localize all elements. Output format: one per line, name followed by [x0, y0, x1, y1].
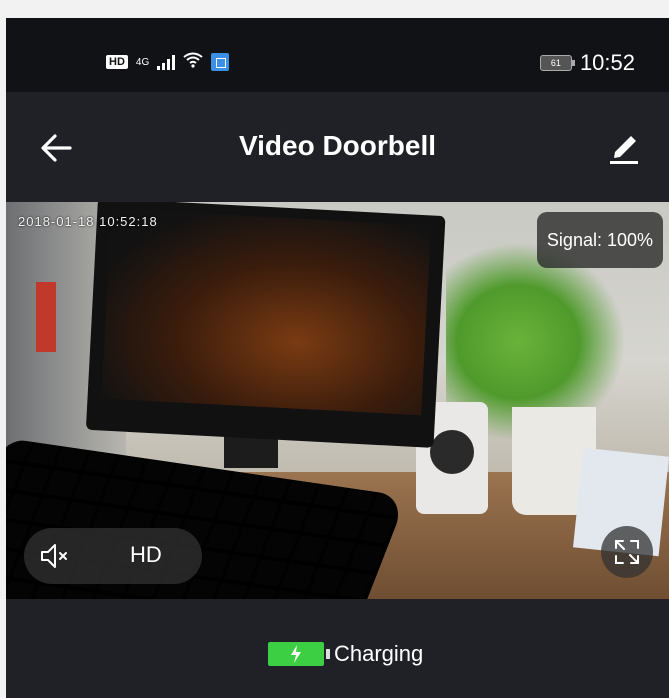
cellular-signal-icon — [157, 54, 176, 70]
app-notification-icon — [211, 53, 230, 71]
pencil-icon[interactable] — [607, 130, 641, 166]
speaker-muted-icon[interactable] — [38, 540, 70, 572]
status-time: 10:52 — [579, 50, 635, 75]
status-bar-right: 61 10:52 — [539, 50, 635, 76]
hd-icon: HD — [106, 55, 128, 69]
charging-label: Charging — [334, 641, 424, 666]
signal-strength-badge: Signal: 100% — [536, 212, 663, 268]
device-status-bar: Charging — [6, 599, 669, 698]
quality-toggle-button[interactable]: HD — [130, 542, 162, 568]
app-frame: HD 4G 61 10:52 Video Doorbell 2018-01-18… — [6, 18, 669, 698]
network-type-label: 4G — [135, 56, 150, 68]
video-timestamp: 2018-01-18 10:52:18 — [18, 214, 158, 229]
status-bar-left: HD 4G — [106, 52, 230, 72]
live-video-view[interactable]: 2018-01-18 10:52:18 Signal: 100% HD — [6, 202, 669, 599]
video-scene-monitor — [85, 202, 446, 448]
video-scene-screen — [101, 208, 432, 416]
wifi-icon — [183, 52, 203, 72]
signal-strength-label: Signal: 100% — [546, 229, 653, 250]
video-scene-shelf — [36, 282, 56, 352]
expand-icon — [615, 540, 639, 564]
battery-icon: 61 — [539, 55, 575, 71]
status-bar: HD 4G 61 10:52 — [6, 18, 669, 92]
fullscreen-button[interactable] — [601, 526, 653, 578]
charging-status: Charging — [268, 641, 423, 667]
page-title: Video Doorbell — [238, 130, 437, 161]
battery-charging-icon — [268, 642, 330, 666]
video-controls-pill: HD — [24, 528, 202, 584]
app-header: Video Doorbell — [6, 92, 669, 202]
